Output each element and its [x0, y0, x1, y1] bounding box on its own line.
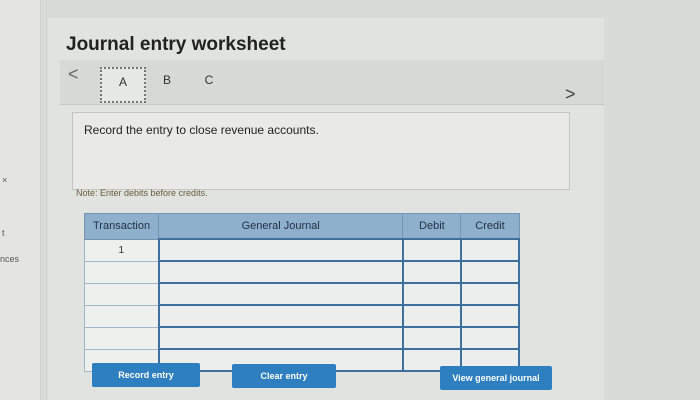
tab-b[interactable]: B: [150, 67, 184, 103]
debit-input[interactable]: [401, 282, 462, 306]
note-text: Note: Enter debits before credits.: [76, 188, 208, 198]
record-entry-button[interactable]: Record entry: [92, 363, 200, 387]
journal-table: Transaction General Journal Debit Credit…: [83, 213, 521, 372]
close-icon: ×: [2, 175, 8, 185]
instruction-text: Record the entry to close revenue accoun…: [84, 123, 319, 137]
table-row: [83, 282, 521, 306]
account-input[interactable]: [157, 304, 404, 328]
account-input[interactable]: [157, 326, 404, 350]
column-header-transaction: Transaction: [83, 213, 160, 240]
table-row: [83, 326, 521, 350]
chevron-right-icon[interactable]: >: [565, 84, 576, 105]
view-general-journal-button[interactable]: View general journal: [440, 366, 552, 390]
transaction-cell: [83, 326, 160, 350]
left-strip-text: nces: [0, 254, 20, 264]
account-input[interactable]: [157, 260, 404, 284]
table-header-row: Transaction General Journal Debit Credit: [83, 213, 520, 240]
column-header-debit: Debit: [402, 213, 462, 240]
account-input[interactable]: [157, 282, 404, 306]
credit-input[interactable]: [459, 238, 521, 262]
credit-input[interactable]: [459, 326, 521, 350]
table-row: [83, 260, 521, 284]
credit-input[interactable]: [459, 260, 521, 284]
column-header-credit: Credit: [460, 213, 520, 240]
transaction-cell: [83, 304, 160, 328]
account-input[interactable]: [157, 238, 404, 262]
transaction-cell: [83, 260, 160, 284]
credit-input[interactable]: [459, 282, 521, 306]
clear-entry-button[interactable]: Clear entry: [232, 364, 336, 388]
debit-input[interactable]: [401, 260, 462, 284]
background-left-strip: × t nces: [0, 0, 41, 400]
table-row: 1: [83, 238, 521, 262]
column-header-general-journal: General Journal: [158, 213, 404, 240]
credit-input[interactable]: [459, 304, 521, 328]
transaction-cell: [83, 282, 160, 306]
tab-c[interactable]: C: [192, 67, 226, 103]
debit-input[interactable]: [401, 326, 462, 350]
tab-a[interactable]: A: [100, 67, 146, 103]
page-title: Journal entry worksheet: [66, 34, 286, 55]
chevron-left-icon[interactable]: <: [68, 64, 79, 85]
left-strip-text: t: [2, 228, 5, 238]
debit-input[interactable]: [401, 304, 462, 328]
debit-input[interactable]: [401, 238, 462, 262]
table-row: [83, 304, 521, 328]
transaction-number: 1: [83, 238, 160, 262]
